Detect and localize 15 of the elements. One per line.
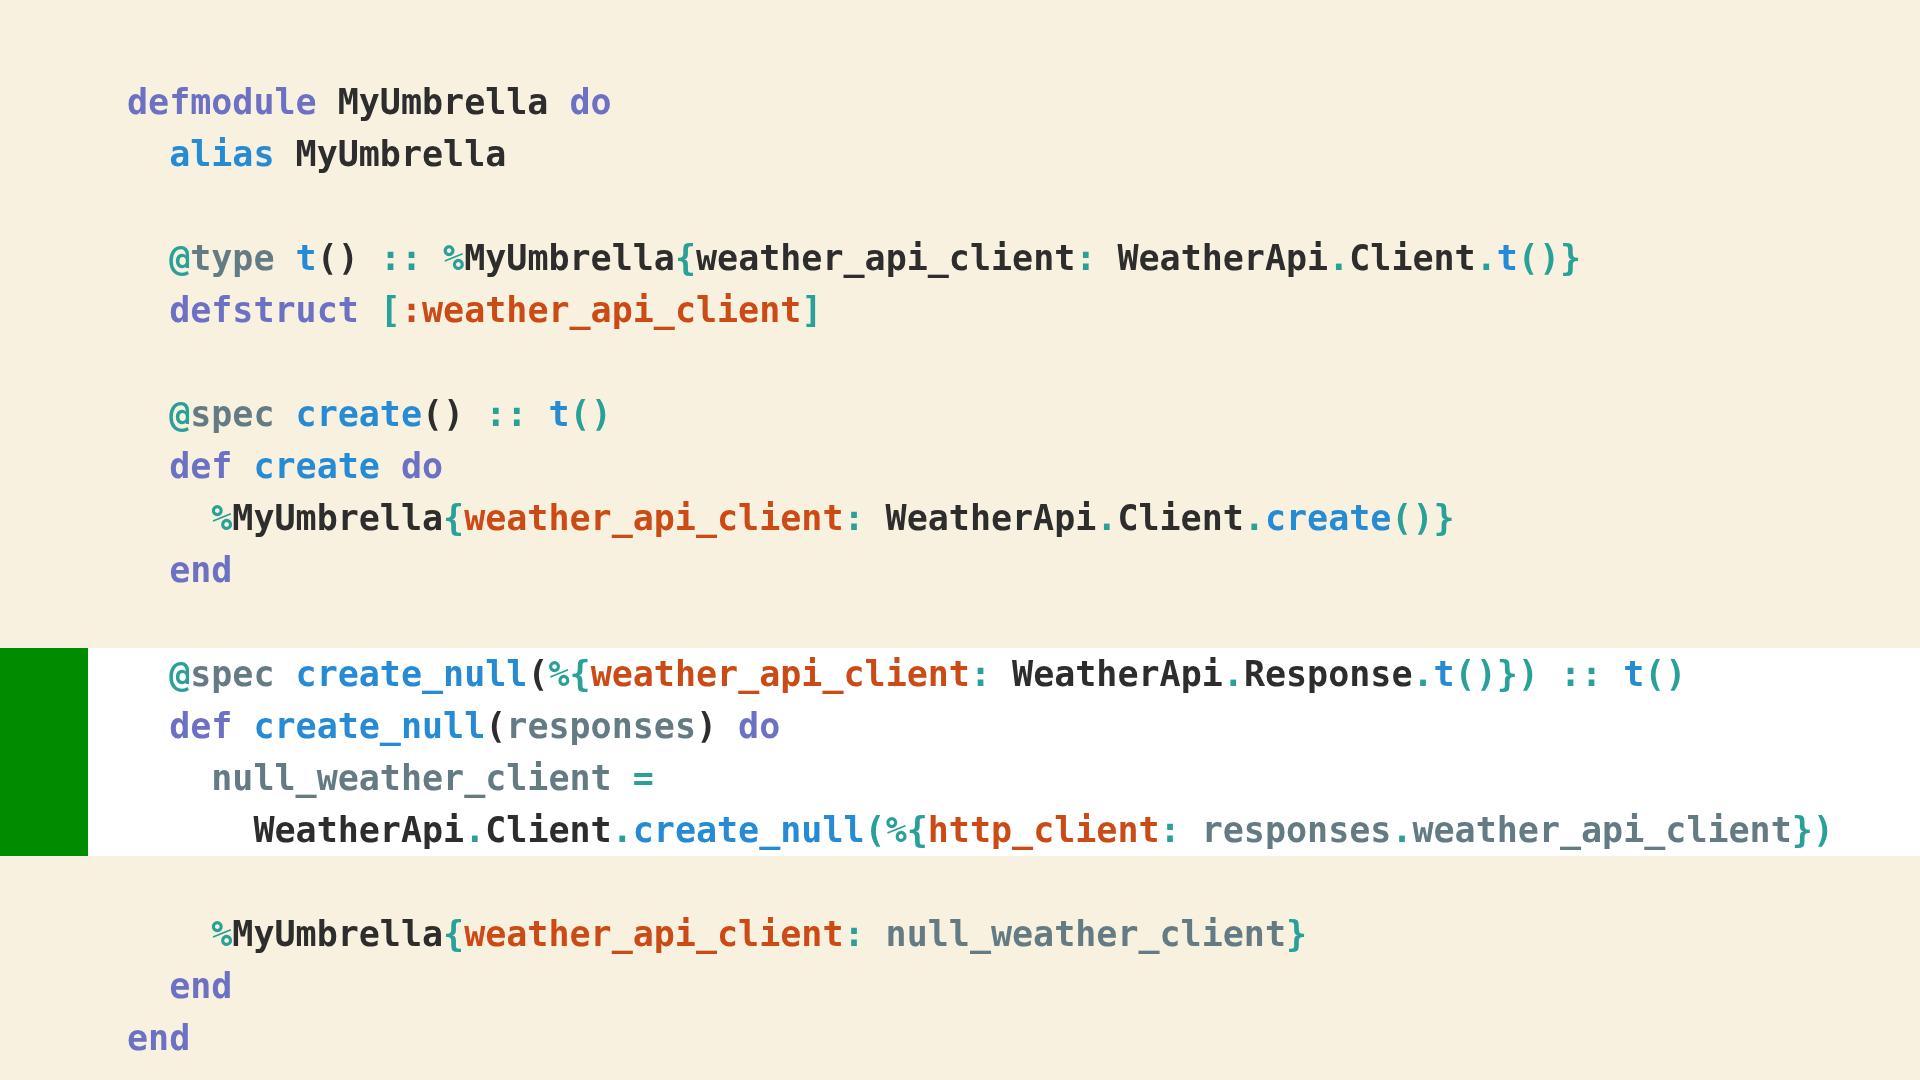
code-line: defstruct [:weather_api_client] — [168, 290, 823, 330]
code-line: end — [168, 550, 233, 590]
code-line: alias MyUmbrella — [168, 134, 507, 174]
code-line: %MyUmbrella{weather_api_client: WeatherApi.Client.create()} — [210, 498, 1455, 538]
code-line: def create_null(responses) do — [168, 706, 781, 746]
code-line: @spec create() :: t() — [168, 394, 612, 434]
code-line: defmodule MyUmbrella do — [127, 82, 612, 122]
code-line: end — [127, 1018, 191, 1058]
code-line: null_weather_client = — [210, 758, 654, 798]
code-line: %MyUmbrella{weather_api_client: null_weather_client} — [210, 914, 1308, 954]
code-line: end — [168, 966, 233, 1006]
code-line: WeatherApi.Client.create_null(%{http_client: responses.weather_api_client}) — [252, 810, 1834, 850]
code-line: def create do — [168, 446, 444, 486]
code-line: @type t() :: %MyUmbrella{weather_api_client: WeatherApi.Client.t()} — [168, 238, 1582, 278]
code-line: @spec create_null(%{weather_api_client: WeatherApi.Response.t()}) :: t() — [168, 654, 1687, 694]
